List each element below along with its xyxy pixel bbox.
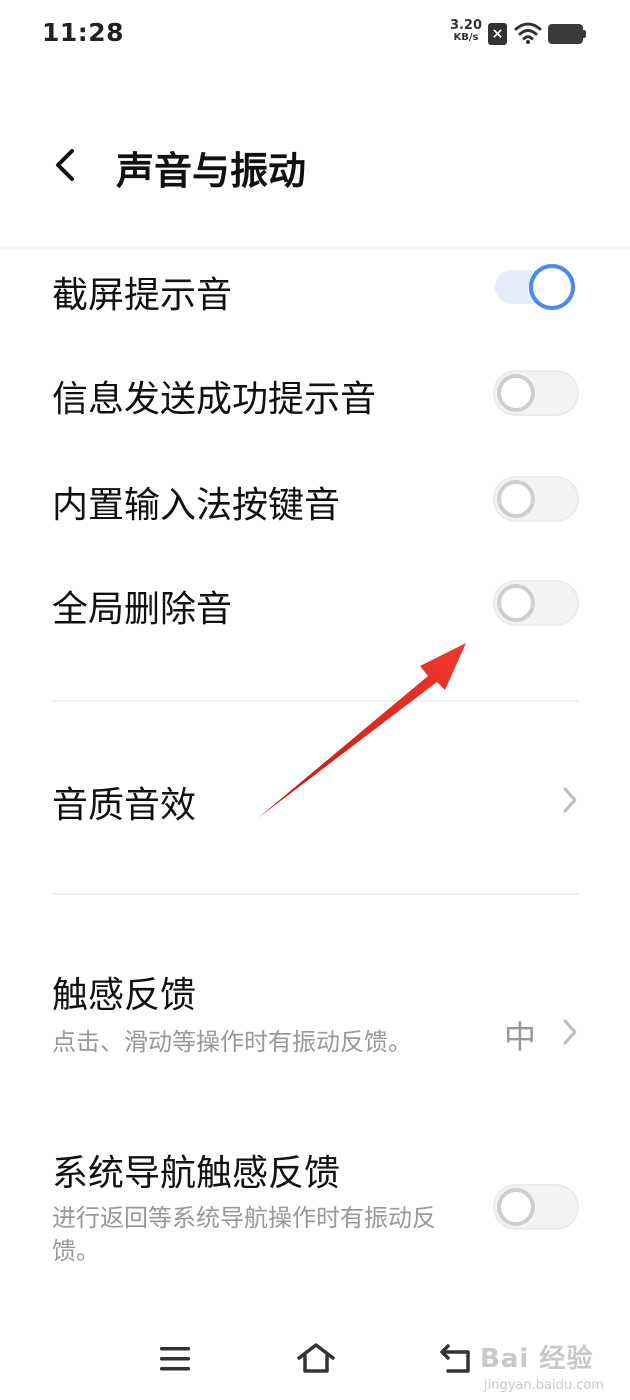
message-sent-sound-toggle[interactable] (493, 370, 579, 416)
setting-label: 全局删除音 (52, 589, 233, 630)
home-icon[interactable] (296, 1342, 336, 1376)
setting-label: 音质音效 (52, 785, 197, 826)
network-speed-value: 3.20 (449, 18, 483, 33)
watermark-brand: Bai 经验 (480, 1344, 594, 1374)
setting-label: 触感反馈 (52, 975, 197, 1016)
nav-haptic-feedback-toggle[interactable] (493, 1184, 579, 1230)
status-time: 11:28 (42, 18, 125, 47)
haptic-feedback-value: 中 (504, 1018, 537, 1056)
battery-icon (548, 24, 586, 44)
section-divider (52, 700, 579, 702)
screenshot-sound-toggle[interactable] (493, 264, 579, 310)
page-title: 声音与振动 (116, 149, 307, 193)
header-divider (0, 247, 630, 249)
setting-row-sound-quality[interactable]: 音质音效 (0, 760, 630, 840)
setting-row-message-sent-sound: 信息发送成功提示音 (0, 364, 630, 430)
setting-row-nav-haptic-feedback: 系统导航触感反馈 进行返回等系统导航操作时有振动反馈。 (0, 1140, 630, 1280)
keyboard-sound-toggle[interactable] (493, 476, 579, 522)
global-delete-sound-toggle[interactable] (493, 580, 579, 626)
setting-row-global-delete-sound: 全局删除音 (0, 574, 630, 640)
watermark-url: jingyan.baidu.com (484, 1378, 604, 1393)
menu-icon[interactable] (158, 1342, 192, 1376)
baidu-jingyan-watermark: Bai 经验 jingyan.baidu.com (480, 1330, 630, 1398)
chevron-right-icon (563, 787, 577, 813)
page-header: 声音与振动 (0, 110, 630, 220)
sim-x-icon: × (488, 23, 507, 45)
network-speed-unit: KB/s (453, 32, 479, 43)
network-speed: 3.20 KB/s (447, 18, 485, 44)
wifi-icon (514, 22, 542, 44)
chevron-right-icon (563, 1019, 577, 1045)
setting-description: 进行返回等系统导航操作时有振动反馈。 (52, 1204, 436, 1265)
setting-row-keyboard-sound: 内置输入法按键音 (0, 470, 630, 536)
setting-description: 点击、滑动等操作时有振动反馈。 (52, 1028, 412, 1056)
setting-row-screenshot-sound: 截屏提示音 (0, 258, 630, 324)
setting-label: 内置输入法按键音 (52, 485, 341, 526)
setting-label: 系统导航触感反馈 (52, 1153, 341, 1194)
status-bar: 11:28 3.20 KB/s × (0, 0, 630, 70)
back-return-icon[interactable] (438, 1342, 474, 1376)
section-divider (52, 893, 579, 895)
setting-label: 截屏提示音 (52, 275, 233, 316)
setting-label: 信息发送成功提示音 (52, 379, 377, 420)
chevron-left-icon[interactable] (48, 143, 84, 187)
